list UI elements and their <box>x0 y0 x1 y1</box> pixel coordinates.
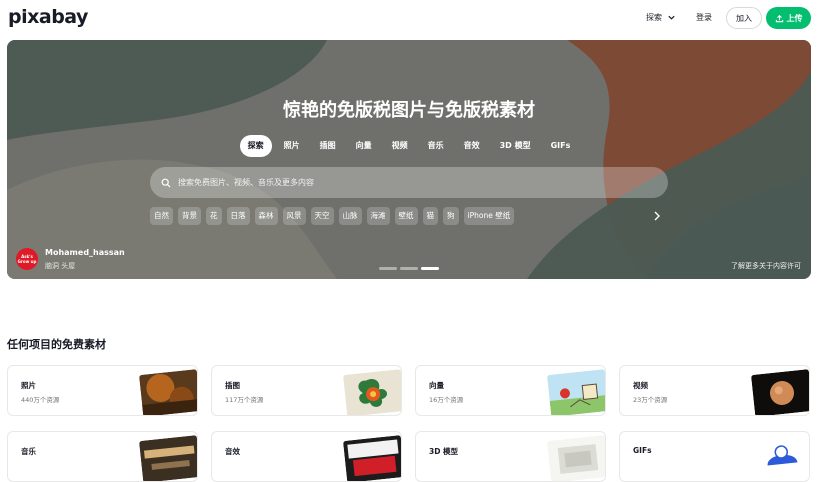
explore-menu[interactable]: 探索 <box>646 12 676 23</box>
card-title: 音效 <box>225 447 240 456</box>
card-count: 440万个资源 <box>21 396 60 404</box>
tab-music[interactable]: 音乐 <box>420 135 452 157</box>
card-count: 117万个资源 <box>225 396 264 404</box>
thumbnail-sound-effects <box>342 435 401 481</box>
search-input[interactable]: 搜索免费图片、视频、音乐及更多内容 <box>150 167 668 198</box>
hero-title: 惊艳的免版税图片与免版税素材 <box>283 100 535 121</box>
upload-button[interactable]: 上传 <box>766 7 811 29</box>
tab-illustrations[interactable]: 插图 <box>312 135 344 157</box>
chevron-right-icon[interactable] <box>651 209 663 223</box>
chip-wallpaper[interactable]: 壁纸 <box>394 207 418 225</box>
thumbnail-3d-model <box>546 435 605 481</box>
upload-label: 上传 <box>786 13 803 23</box>
chip-cat[interactable]: 猫 <box>422 207 438 225</box>
category-card-vectors[interactable]: 向量 16万个资源 <box>415 365 606 416</box>
card-title: 3D 模型 <box>429 447 459 456</box>
card-title: 视频 <box>633 381 648 390</box>
logo[interactable]: pixabay <box>8 6 88 28</box>
license-link[interactable]: 了解更多关于内容许可 <box>731 261 801 271</box>
tab-gifs[interactable]: GIFs <box>543 135 579 157</box>
card-title: 照片 <box>21 381 36 390</box>
category-card-sound-effects[interactable]: 音效 <box>211 431 402 482</box>
tab-vectors[interactable]: 向量 <box>348 135 380 157</box>
chip-background[interactable]: 背景 <box>178 207 201 225</box>
card-title: 音乐 <box>21 447 36 456</box>
tab-3d-models[interactable]: 3D 模型 <box>492 135 539 157</box>
chip-dog[interactable]: 狗 <box>443 207 459 225</box>
suggestion-chips: 自然 背景 花 日落 森林 风景 天空 山脉 海滩 壁纸 猫 狗 iPhone … <box>150 207 515 225</box>
login-link[interactable]: 登录 <box>696 12 712 23</box>
thumbnail-vector <box>546 369 605 415</box>
join-button[interactable]: 加入 <box>726 7 762 29</box>
category-card-photos[interactable]: 照片 440万个资源 <box>7 365 198 416</box>
card-title: 插图 <box>225 381 240 390</box>
author-subtitle: 脑洞 头屋 <box>45 262 76 270</box>
slide-dot[interactable] <box>400 267 418 270</box>
header: pixabay 探索 登录 加入 上传 <box>0 0 835 38</box>
section-title: 任何项目的免费素材 <box>7 338 106 351</box>
hero-banner: 惊艳的免版税图片与免版税素材 探索 照片 插图 向量 视频 音乐 音效 3D 模… <box>7 40 811 279</box>
chevron-down-icon <box>668 15 675 20</box>
thumbnail-photo <box>138 369 197 415</box>
upload-icon <box>775 14 783 22</box>
thumbnail-video <box>750 369 809 415</box>
hero-background <box>7 40 811 279</box>
chip-iphone-wallpaper[interactable]: iPhone 壁纸 <box>463 207 515 225</box>
tab-sound-effects[interactable]: 音效 <box>456 135 488 157</box>
chip-sky[interactable]: 天空 <box>310 207 334 225</box>
avatar[interactable]: Ask's Grow up <box>16 248 38 270</box>
search-icon <box>161 178 171 187</box>
card-count: 16万个资源 <box>429 396 464 404</box>
card-count: 23万个资源 <box>633 396 668 404</box>
media-tabs: 探索 照片 插图 向量 视频 音乐 音效 3D 模型 GIFs <box>7 135 811 157</box>
search-placeholder: 搜索免费图片、视频、音乐及更多内容 <box>178 178 314 187</box>
thumbnail-gif <box>750 435 809 481</box>
author-name[interactable]: Mohamed_hassan <box>45 248 125 257</box>
slide-indicator <box>379 267 439 270</box>
chip-nature[interactable]: 自然 <box>150 207 173 225</box>
slide-dot-active[interactable] <box>421 267 439 270</box>
tab-videos[interactable]: 视频 <box>384 135 416 157</box>
tab-explore[interactable]: 探索 <box>239 135 272 157</box>
card-title: 向量 <box>429 381 444 390</box>
chip-forest[interactable]: 森林 <box>254 207 278 225</box>
category-card-illustrations[interactable]: 插图 117万个资源 <box>211 365 402 416</box>
category-card-3d-models[interactable]: 3D 模型 <box>415 431 606 482</box>
thumbnail-illustration <box>342 369 401 415</box>
chip-mountains[interactable]: 山脉 <box>338 207 362 225</box>
category-card-gifs[interactable]: GIFs <box>619 431 810 482</box>
chip-flower[interactable]: 花 <box>206 207 222 225</box>
card-title: GIFs <box>633 446 652 455</box>
chip-sunset[interactable]: 日落 <box>226 207 250 225</box>
slide-dot[interactable] <box>379 267 397 270</box>
category-card-videos[interactable]: 视频 23万个资源 <box>619 365 810 416</box>
tab-photos[interactable]: 照片 <box>276 135 308 157</box>
thumbnail-music <box>138 435 197 481</box>
chip-landscape[interactable]: 风景 <box>282 207 306 225</box>
chip-beach[interactable]: 海滩 <box>366 207 390 225</box>
category-card-music[interactable]: 音乐 <box>7 431 198 482</box>
explore-label: 探索 <box>646 13 662 22</box>
